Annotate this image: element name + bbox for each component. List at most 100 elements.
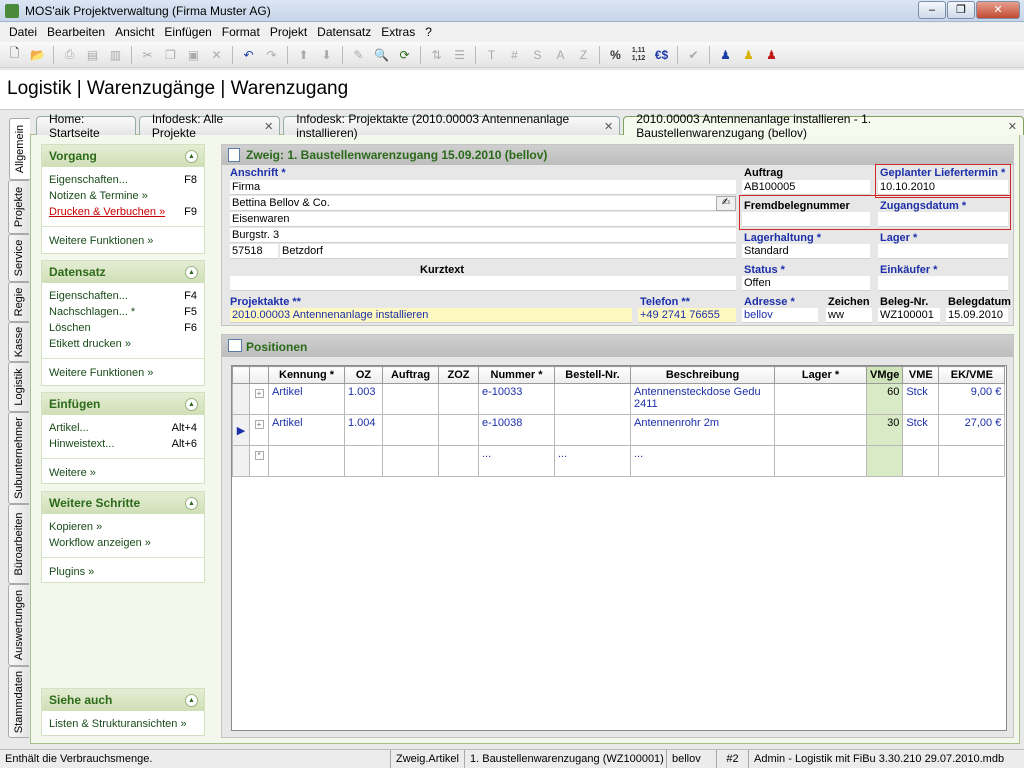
cell-beschreibung[interactable]: ... (630, 445, 775, 477)
undo-icon[interactable]: ↶ (238, 44, 259, 65)
cell-kennung[interactable]: Artikel (268, 414, 345, 446)
new-row[interactable]: * ... ... ... (232, 445, 1006, 477)
vtab-regie[interactable]: Regie (8, 282, 29, 322)
text-t-icon[interactable]: T (481, 44, 502, 65)
belegdatum-field[interactable]: 15.09.2010 (946, 308, 1008, 323)
telefon-field[interactable]: +49 2741 76655 (638, 308, 736, 323)
user-red-icon[interactable]: ♟ (761, 44, 782, 65)
table-row[interactable]: + Artikel 1.003 e-10033 Antennensteckdos… (232, 383, 1006, 415)
section-header[interactable]: Siehe auch ▲ (42, 689, 204, 711)
cell-zoz[interactable] (438, 383, 479, 415)
anschrift-line-2[interactable]: Bettina Bellov & Co. (230, 196, 716, 211)
menu-projekt[interactable]: Projekt (265, 25, 312, 39)
col-beschreibung[interactable]: Beschreibung (630, 366, 775, 384)
collapse-icon[interactable]: ▲ (185, 694, 198, 707)
cell-lager[interactable] (774, 414, 867, 446)
kopieren-link[interactable]: Kopieren » (49, 519, 197, 535)
cell-ek[interactable] (938, 445, 1006, 477)
vorgang-notizen-link[interactable]: Notizen & Termine » (49, 188, 197, 204)
datensatz-nachschlagen-link[interactable]: Nachschlagen... * F5 (49, 304, 197, 320)
menu-help[interactable]: ? (420, 25, 437, 39)
projektakte-field[interactable]: 2010.00003 Antennenanlage installieren (230, 308, 632, 323)
lagerhaltung-field[interactable]: Standard (742, 244, 870, 259)
cell-kennung[interactable] (268, 445, 345, 477)
minimize-button[interactable]: – (918, 1, 946, 19)
plugins-link[interactable]: Plugins » (49, 564, 197, 580)
cell-zoz[interactable] (438, 445, 479, 477)
vtab-service[interactable]: Service (8, 234, 29, 282)
zugangsdatum-field[interactable] (878, 212, 1008, 227)
cell-zoz[interactable] (438, 414, 479, 446)
cell-vme[interactable]: Stck (902, 414, 940, 446)
menu-format[interactable]: Format (217, 25, 265, 39)
fremdbeleg-field[interactable] (742, 212, 870, 227)
einfuegen-weitere-link[interactable]: Weitere » (49, 465, 197, 481)
cell-nummer[interactable]: e-10033 (478, 383, 555, 415)
vtab-projekte[interactable]: Projekte (8, 180, 29, 234)
menu-ansicht[interactable]: Ansicht (110, 25, 159, 39)
cell-kennung[interactable]: Artikel (268, 383, 345, 415)
refresh-icon[interactable]: ⟳ (394, 44, 415, 65)
print-preview-icon[interactable]: ▤ (82, 44, 103, 65)
datensatz-etikett-link[interactable]: Etikett drucken » (49, 336, 197, 352)
new-row-marker[interactable]: * (249, 445, 269, 477)
cell-oz[interactable] (344, 445, 383, 477)
einfuegen-hinweistext-link[interactable]: Hinweistext... Alt+6 (49, 436, 197, 452)
text-z-icon[interactable]: Z (573, 44, 594, 65)
text-a-icon[interactable]: A (550, 44, 571, 65)
menu-datei[interactable]: Datei (4, 25, 42, 39)
cancel-icon[interactable]: ✕ (206, 44, 227, 65)
close-icon[interactable]: ✕ (604, 120, 613, 133)
cell-auftrag[interactable] (382, 445, 439, 477)
cell-bestellnr[interactable] (554, 414, 631, 446)
col-oz[interactable]: OZ (344, 366, 383, 384)
cell-beschreibung[interactable]: Antennensteckdose Gedu 2411 (630, 383, 775, 415)
col-vme[interactable]: VME (902, 366, 940, 384)
cut-icon[interactable]: ✂ (137, 44, 158, 65)
kurztext-field[interactable] (230, 276, 736, 291)
maximize-button[interactable]: ❐ (947, 1, 975, 19)
cell-vme[interactable]: Stck (902, 383, 940, 415)
menu-datensatz[interactable]: Datensatz (312, 25, 376, 39)
zeichen-field[interactable]: ww (826, 308, 872, 323)
section-header[interactable]: Einfügen ▲ (42, 393, 204, 415)
datensatz-loeschen-link[interactable]: Löschen F6 (49, 320, 197, 336)
col-zoz[interactable]: ZOZ (438, 366, 479, 384)
cell-vme[interactable] (902, 445, 940, 477)
tab-warenzugang[interactable]: 2010.00003 Antennenanlage installieren -… (623, 112, 1024, 140)
einkaeufer-field[interactable] (878, 276, 1008, 291)
vtab-allgemein[interactable]: Allgemein (9, 118, 30, 180)
user-blue-icon[interactable]: ♟ (715, 44, 736, 65)
col-auftrag[interactable]: Auftrag (382, 366, 439, 384)
menu-einfuegen[interactable]: Einfügen (159, 25, 216, 39)
einfuegen-artikel-link[interactable]: Artikel... Alt+4 (49, 420, 197, 436)
cell-vmge[interactable]: 30 (865, 414, 904, 446)
section-header[interactable]: Vorgang ▲ (42, 145, 204, 167)
cell-bestellnr[interactable] (554, 383, 631, 415)
plz-field[interactable]: 57518 (230, 244, 278, 259)
vtab-stammdaten[interactable]: Stammdaten (8, 666, 29, 738)
collapse-icon[interactable]: ▲ (185, 398, 198, 411)
move-down-icon[interactable]: ⬇ (316, 44, 337, 65)
new-icon[interactable]: 🗋 (4, 44, 25, 65)
hash-icon[interactable]: # (504, 44, 525, 65)
anschrift-line-4[interactable]: Burgstr. 3 (230, 228, 736, 243)
expand-toggle[interactable]: + (249, 414, 269, 446)
currency-icon[interactable]: €$ (651, 44, 672, 65)
table-row[interactable]: ▶ + Artikel 1.004 e-10038 Antennenrohr 2… (232, 414, 1006, 446)
workflow-link[interactable]: Workflow anzeigen » (49, 535, 197, 551)
vtab-logistik[interactable]: Logistik (8, 362, 29, 412)
cell-auftrag[interactable] (382, 383, 439, 415)
collapse-icon[interactable]: ▲ (185, 150, 198, 163)
col-vmge[interactable]: VMge (865, 366, 904, 384)
print-icon[interactable]: ⎙ (59, 44, 80, 65)
col-nummer[interactable]: Nummer * (478, 366, 555, 384)
col-bestellnr[interactable]: Bestell-Nr. (554, 366, 631, 384)
ort-field[interactable]: Betzdorf (280, 244, 736, 259)
cell-auftrag[interactable] (382, 414, 439, 446)
listen-link[interactable]: Listen & Strukturansichten » (49, 716, 197, 732)
vorgang-eigenschaften-link[interactable]: Eigenschaften... F8 (49, 172, 197, 188)
vtab-kasse[interactable]: Kasse (8, 322, 29, 362)
vtab-auswertungen[interactable]: Auswertungen (8, 584, 29, 666)
vorgang-weitere-link[interactable]: Weitere Funktionen » (49, 233, 197, 249)
